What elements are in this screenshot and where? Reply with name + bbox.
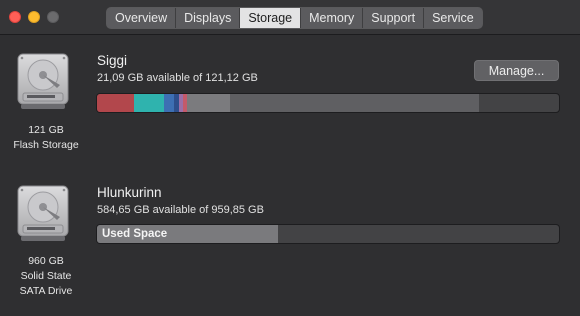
usage-segment-documents (133, 94, 165, 112)
volume-name: Hlunkurinn (97, 185, 162, 200)
hard-drive-icon (17, 53, 69, 109)
volume-name: Siggi (97, 53, 128, 68)
volume-available: 21,09 GB available of 121,12 GB (97, 72, 258, 84)
drive-type: Solid State (20, 270, 72, 282)
close-window-button[interactable] (9, 11, 21, 23)
manage-button[interactable]: Manage... (474, 60, 559, 81)
storage-usage-bar (96, 93, 560, 113)
used-space-label: Used Space (102, 228, 168, 240)
drive-capacity: 960 GB (28, 255, 64, 267)
tab-overview[interactable]: Overview (107, 8, 177, 28)
usage-segment-apps (97, 94, 134, 112)
tab-bar: Overview Displays Storage Memory Support… (106, 7, 483, 29)
tab-service[interactable]: Service (424, 8, 482, 28)
hard-drive-icon (17, 185, 69, 241)
tab-support[interactable]: Support (363, 8, 425, 28)
drive-type: Flash Storage (13, 139, 79, 151)
volume-available: 584,65 GB available of 959,85 GB (97, 204, 264, 216)
usage-segment-photos (164, 94, 175, 112)
minimize-window-button[interactable] (28, 11, 40, 23)
tab-displays[interactable]: Displays (176, 8, 241, 28)
usage-segment-other (229, 94, 479, 112)
drive-caption: 960 GB Solid State SATA Drive (0, 254, 94, 299)
drive-capacity: 121 GB (28, 124, 64, 136)
drive-interface: SATA Drive (19, 285, 73, 297)
tab-memory[interactable]: Memory (301, 8, 364, 28)
title-bar: Overview Displays Storage Memory Support… (0, 0, 580, 35)
usage-segment-system (187, 94, 230, 112)
drive-caption: 121 GB Flash Storage (0, 123, 94, 153)
storage-usage-bar: Used Space (96, 224, 560, 244)
zoom-window-button[interactable] (47, 11, 59, 23)
tab-storage[interactable]: Storage (240, 8, 302, 28)
about-this-mac-window: Overview Displays Storage Memory Support… (0, 0, 580, 316)
